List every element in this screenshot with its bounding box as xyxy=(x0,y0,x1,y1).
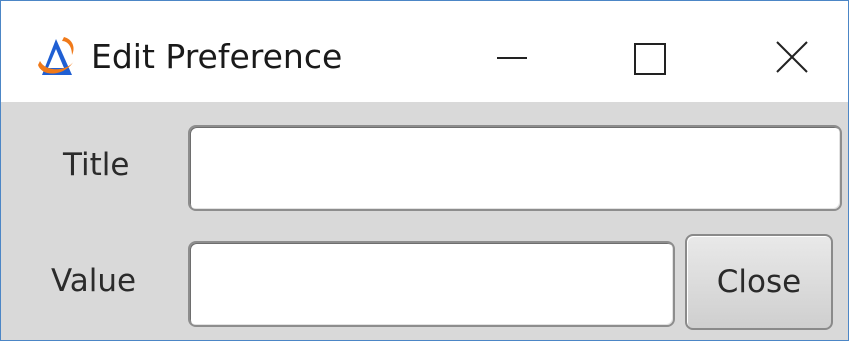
edit-preference-window: Edit Preference Title Value Close xyxy=(0,0,849,341)
title-input[interactable] xyxy=(188,125,842,211)
maximize-icon xyxy=(634,43,666,75)
window-title: Edit Preference xyxy=(91,37,343,76)
close-button[interactable]: Close xyxy=(685,234,833,330)
minimize-icon xyxy=(497,57,527,59)
value-label: Value xyxy=(51,263,137,299)
title-bar[interactable]: Edit Preference xyxy=(1,1,848,102)
value-input[interactable] xyxy=(188,241,675,327)
minimize-button[interactable] xyxy=(457,1,567,102)
close-icon xyxy=(776,41,808,73)
title-label: Title xyxy=(63,147,130,183)
app-logo-icon xyxy=(38,37,74,75)
maximize-button[interactable] xyxy=(595,1,705,102)
window-close-button[interactable] xyxy=(738,1,848,102)
